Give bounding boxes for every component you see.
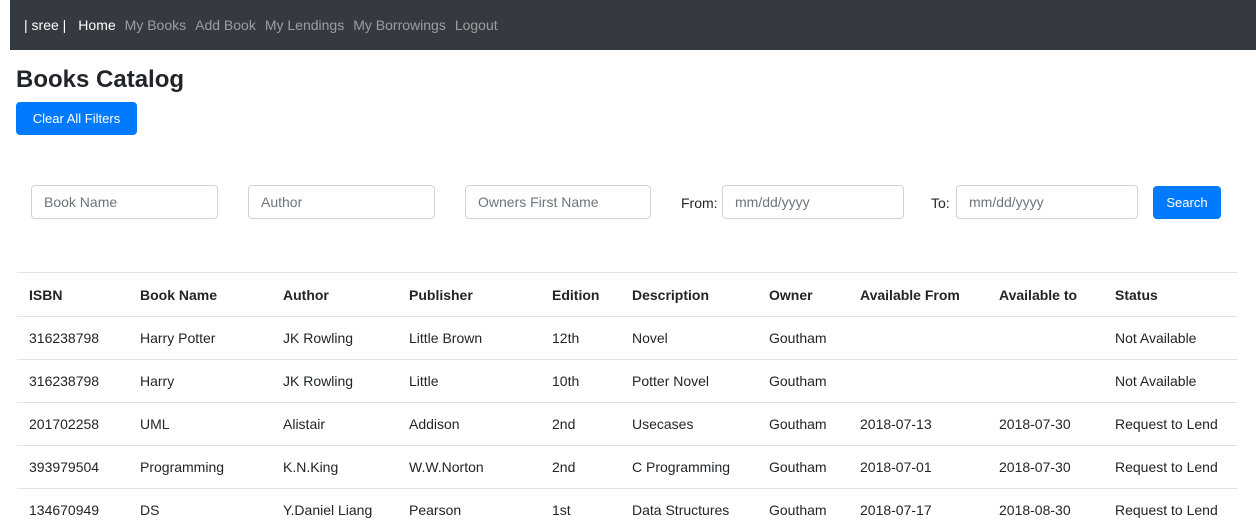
cell-publisher: Little bbox=[397, 359, 540, 403]
header-description: Description bbox=[620, 272, 757, 317]
header-status: Status bbox=[1103, 272, 1237, 317]
cell-edition: 1st bbox=[540, 488, 620, 532]
status-not-available: Not Available bbox=[1103, 359, 1237, 403]
search-button[interactable]: Search bbox=[1153, 186, 1221, 219]
header-owner: Owner bbox=[757, 272, 848, 317]
table-row: 134670949 DS Y.Daniel Liang Pearson 1st … bbox=[17, 488, 1237, 532]
request-to-lend-link[interactable]: Request to Lend bbox=[1103, 488, 1237, 532]
cell-owner: Goutham bbox=[757, 402, 848, 446]
cell-available-to: 2018-07-30 bbox=[987, 445, 1103, 489]
cell-isbn: 201702258 bbox=[17, 402, 128, 446]
request-to-lend-link[interactable]: Request to Lend bbox=[1103, 445, 1237, 489]
cell-author: K.N.King bbox=[271, 445, 397, 489]
table-header-row: ISBN Book Name Author Publisher Edition … bbox=[17, 272, 1237, 317]
table-row: 316238798 Harry JK Rowling Little 10th P… bbox=[17, 359, 1237, 403]
header-book-name: Book Name bbox=[128, 272, 271, 317]
nav-link-add-book[interactable]: Add Book bbox=[195, 17, 256, 33]
header-edition: Edition bbox=[540, 272, 620, 317]
cell-author: Y.Daniel Liang bbox=[271, 488, 397, 532]
cell-available-to bbox=[987, 359, 1103, 403]
cell-available-from: 2018-07-01 bbox=[848, 445, 987, 489]
nav-link-my-borrowings[interactable]: My Borrowings bbox=[353, 17, 446, 33]
header-author: Author bbox=[271, 272, 397, 317]
header-available-from: Available From bbox=[848, 272, 987, 317]
header-isbn: ISBN bbox=[17, 272, 128, 317]
cell-isbn: 134670949 bbox=[17, 488, 128, 532]
to-date-input[interactable] bbox=[956, 185, 1138, 219]
nav-link-logout[interactable]: Logout bbox=[455, 17, 498, 33]
book-name-input[interactable] bbox=[31, 185, 218, 219]
cell-isbn: 316238798 bbox=[17, 359, 128, 403]
to-label: To: bbox=[931, 195, 950, 211]
nav-link-home[interactable]: Home bbox=[78, 17, 115, 33]
cell-edition: 12th bbox=[540, 316, 620, 360]
cell-description: Data Structures bbox=[620, 488, 757, 532]
table-row: 201702258 UML Alistair Addison 2nd Useca… bbox=[17, 402, 1237, 446]
cell-description: Novel bbox=[620, 316, 757, 360]
cell-book-name: Harry bbox=[128, 359, 271, 403]
cell-publisher: Little Brown bbox=[397, 316, 540, 360]
cell-book-name: DS bbox=[128, 488, 271, 532]
header-available-to: Available to bbox=[987, 272, 1103, 317]
cell-description: Potter Novel bbox=[620, 359, 757, 403]
cell-author: Alistair bbox=[271, 402, 397, 446]
request-to-lend-link[interactable]: Request to Lend bbox=[1103, 402, 1237, 446]
cell-publisher: W.W.Norton bbox=[397, 445, 540, 489]
cell-isbn: 316238798 bbox=[17, 316, 128, 360]
cell-author: JK Rowling bbox=[271, 316, 397, 360]
cell-available-to: 2018-08-30 bbox=[987, 488, 1103, 532]
cell-edition: 2nd bbox=[540, 445, 620, 489]
from-label: From: bbox=[681, 195, 718, 211]
top-navbar: | sree | Home My Books Add Book My Lendi… bbox=[10, 0, 1256, 50]
status-not-available: Not Available bbox=[1103, 316, 1237, 360]
cell-isbn: 393979504 bbox=[17, 445, 128, 489]
cell-available-to: 2018-07-30 bbox=[987, 402, 1103, 446]
cell-book-name: Harry Potter bbox=[128, 316, 271, 360]
cell-owner: Goutham bbox=[757, 445, 848, 489]
cell-available-from bbox=[848, 359, 987, 403]
owner-first-name-input[interactable] bbox=[465, 185, 651, 219]
cell-author: JK Rowling bbox=[271, 359, 397, 403]
table-row: 393979504 Programming K.N.King W.W.Norto… bbox=[17, 445, 1237, 489]
cell-book-name: Programming bbox=[128, 445, 271, 489]
navbar-brand[interactable]: | sree | bbox=[24, 17, 66, 33]
header-publisher: Publisher bbox=[397, 272, 540, 317]
cell-available-from: 2018-07-13 bbox=[848, 402, 987, 446]
cell-available-from bbox=[848, 316, 987, 360]
cell-owner: Goutham bbox=[757, 359, 848, 403]
nav-link-my-books[interactable]: My Books bbox=[125, 17, 186, 33]
cell-publisher: Addison bbox=[397, 402, 540, 446]
books-table: ISBN Book Name Author Publisher Edition … bbox=[17, 272, 1237, 532]
table-row: 316238798 Harry Potter JK Rowling Little… bbox=[17, 316, 1237, 360]
from-date-input[interactable] bbox=[722, 185, 904, 219]
cell-available-from: 2018-07-17 bbox=[848, 488, 987, 532]
cell-description: Usecases bbox=[620, 402, 757, 446]
cell-owner: Goutham bbox=[757, 488, 848, 532]
cell-description: C Programming bbox=[620, 445, 757, 489]
clear-filters-button[interactable]: Clear All Filters bbox=[16, 102, 137, 135]
cell-owner: Goutham bbox=[757, 316, 848, 360]
cell-book-name: UML bbox=[128, 402, 271, 446]
nav-link-my-lendings[interactable]: My Lendings bbox=[265, 17, 344, 33]
page-title: Books Catalog bbox=[16, 66, 185, 93]
cell-available-to bbox=[987, 316, 1103, 360]
cell-publisher: Pearson bbox=[397, 488, 540, 532]
author-input[interactable] bbox=[248, 185, 435, 219]
cell-edition: 2nd bbox=[540, 402, 620, 446]
cell-edition: 10th bbox=[540, 359, 620, 403]
